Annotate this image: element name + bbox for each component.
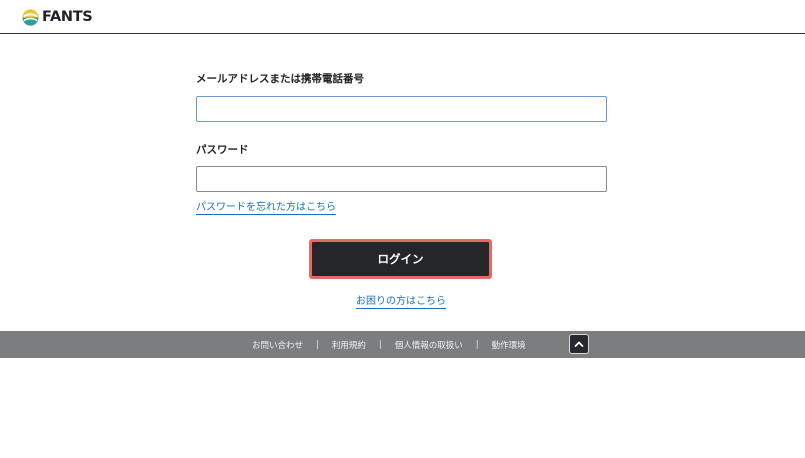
- footer-separator: |: [378, 339, 382, 350]
- footer-link-environment[interactable]: 動作環境: [492, 339, 526, 351]
- id-field-label: メールアドレスまたは携帯電話番号: [196, 73, 364, 85]
- help-link[interactable]: お困りの方はこちら: [356, 296, 446, 309]
- footer-separator: |: [475, 339, 479, 350]
- login-button-highlight: ログイン: [309, 239, 492, 279]
- email-or-phone-input[interactable]: [196, 96, 607, 122]
- site-header: FANTS: [0, 0, 805, 34]
- footer-link-terms[interactable]: 利用規約: [332, 339, 366, 351]
- chevron-up-icon: [574, 341, 584, 347]
- password-input[interactable]: [196, 166, 607, 192]
- logo-text: FANTS: [42, 9, 93, 25]
- footer-link-privacy[interactable]: 個人情報の取扱い: [395, 339, 463, 351]
- password-field-label: パスワード: [196, 144, 249, 156]
- site-footer: お問い合わせ | 利用規約 | 個人情報の取扱い | 動作環境: [0, 331, 805, 358]
- footer-links: お問い合わせ | 利用規約 | 個人情報の取扱い | 動作環境: [252, 331, 526, 358]
- back-to-top-button[interactable]: [569, 334, 589, 354]
- forgot-password-link[interactable]: パスワードを忘れた方はこちら: [196, 202, 336, 215]
- fants-logo-icon: [22, 8, 39, 26]
- footer-link-contact[interactable]: お問い合わせ: [252, 339, 303, 351]
- login-button[interactable]: ログイン: [312, 242, 489, 276]
- footer-separator: |: [316, 339, 319, 350]
- fants-logo[interactable]: FANTS: [22, 8, 93, 26]
